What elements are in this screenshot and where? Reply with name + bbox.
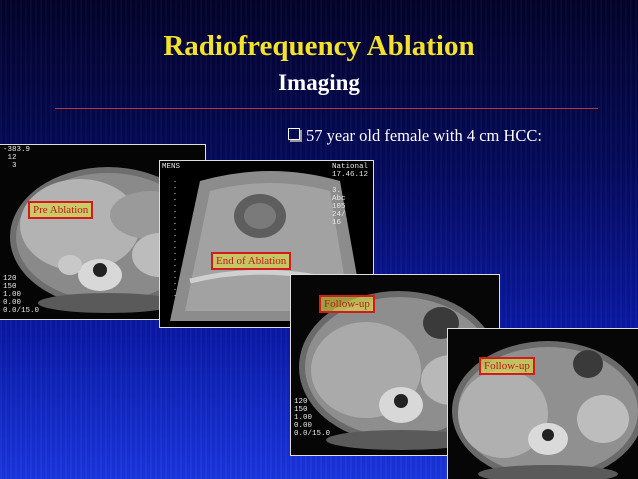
slide-title: Radiofrequency Ablation bbox=[163, 30, 475, 62]
scan-metadata-right: National Ca 17.46.12 1: 3. Abc 105 24/ 1… bbox=[332, 163, 373, 227]
scan-metadata-top: -383.9 12 3 bbox=[3, 146, 31, 170]
image-label: Pre Ablation bbox=[28, 201, 94, 219]
bullet-item: 57 year old female with 4 cm HCC: bbox=[288, 126, 542, 146]
image-label: End of Ablation bbox=[211, 252, 292, 270]
checkbox-bullet-icon bbox=[288, 128, 300, 140]
image-label: Follow-up bbox=[319, 295, 375, 313]
ct-scan-image bbox=[448, 329, 638, 479]
ct-scan-follow-up-2: Follow-up bbox=[447, 328, 638, 479]
image-label: Follow-up bbox=[479, 357, 535, 375]
scan-metadata-bottom: 120 150 1.00 0.00 0.0/15.0 bbox=[3, 275, 40, 315]
scan-metadata-top: MENS bbox=[162, 163, 181, 171]
scan-metadata-bottom: 120 150 1.00 0.00 0.0/15.0 bbox=[294, 398, 331, 438]
title-divider bbox=[55, 108, 598, 109]
slide: Radiofrequency Ablation Imaging 57 year … bbox=[0, 0, 638, 479]
slide-subtitle: Imaging bbox=[278, 70, 360, 95]
bullet-text: 57 year old female with 4 cm HCC: bbox=[306, 126, 542, 145]
